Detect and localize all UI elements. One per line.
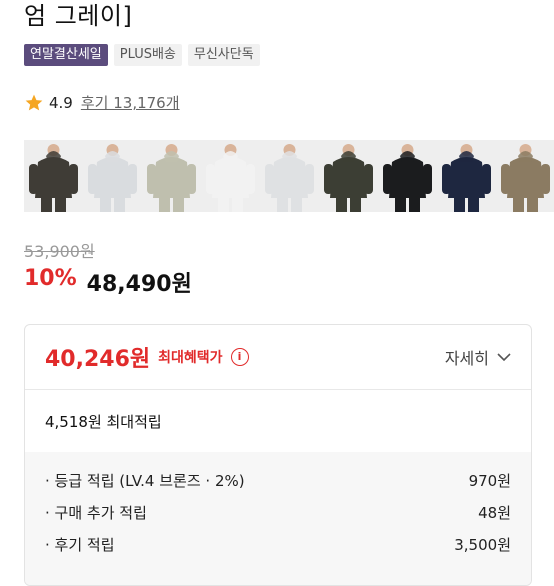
point-value: 3,500원 (454, 535, 511, 554)
max-benefit-price: 40,246원 (45, 347, 151, 372)
point-label: · 구매 추가 적립 (45, 503, 147, 522)
point-label: · 후기 적립 (45, 535, 115, 554)
point-value: 48원 (478, 503, 511, 522)
chevron-down-icon (497, 352, 511, 361)
point-value: 970원 (468, 471, 511, 490)
detail-label: 자세히 (444, 349, 489, 368)
color-swatch-light-gray[interactable] (83, 140, 142, 212)
original-price: 53,900원 (24, 242, 95, 261)
color-swatch-black[interactable] (378, 140, 437, 212)
star-icon (24, 93, 44, 113)
rating-score: 4.9 (49, 93, 73, 112)
color-swatch-pale-gray[interactable] (260, 140, 319, 212)
color-swatch-navy[interactable] (437, 140, 496, 212)
points-summary: 4,518원 최대적립 (45, 412, 162, 431)
color-swatch-white[interactable] (201, 140, 260, 212)
benefit-header: 40,246원 최대혜택가 i 자세히 (25, 325, 531, 389)
color-swatch-strip (24, 140, 554, 212)
info-icon[interactable]: i (230, 348, 249, 366)
color-swatch-khaki-model[interactable] (496, 140, 554, 212)
color-swatch-charcoal[interactable] (24, 140, 83, 212)
point-row-grade: · 등급 적립 (LV.4 브론즈 · 2%) 970원 (45, 464, 511, 496)
point-label: · 등급 적립 (LV.4 브론즈 · 2%) (45, 471, 245, 490)
sale-price: 48,490원 (86, 272, 192, 297)
point-row-purchase: · 구매 추가 적립 48원 (45, 496, 511, 528)
badge-list: 연말결산세일 PLUS배송 무신사단독 (24, 44, 260, 66)
max-benefit-label: 최대혜택가 (158, 350, 223, 366)
product-title: 엄 그레이] (24, 2, 133, 30)
badge-exclusive: 무신사단독 (187, 44, 260, 66)
price-line: 10% 48,490원 (24, 266, 192, 298)
benefit-panel: 40,246원 최대혜택가 i 자세히 4,518원 최대적립 · 등급 적립 … (24, 324, 532, 586)
points-breakdown: · 등급 적립 (LV.4 브론즈 · 2%) 970원 · 구매 추가 적립 … (25, 452, 531, 585)
color-swatch-sage[interactable] (142, 140, 201, 212)
detail-toggle-button[interactable]: 자세히 (445, 345, 511, 369)
review-count-link[interactable]: 후기 13,176개 (81, 92, 180, 113)
color-swatch-olive-dark[interactable] (319, 140, 378, 212)
point-row-review: · 후기 적립 3,500원 (45, 528, 511, 560)
discount-rate: 10% (24, 266, 77, 291)
rating-row: 4.9 후기 13,176개 (24, 92, 180, 113)
badge-plus-delivery: PLUS배송 (113, 44, 182, 66)
badge-year-end-sale: 연말결산세일 (24, 44, 108, 66)
